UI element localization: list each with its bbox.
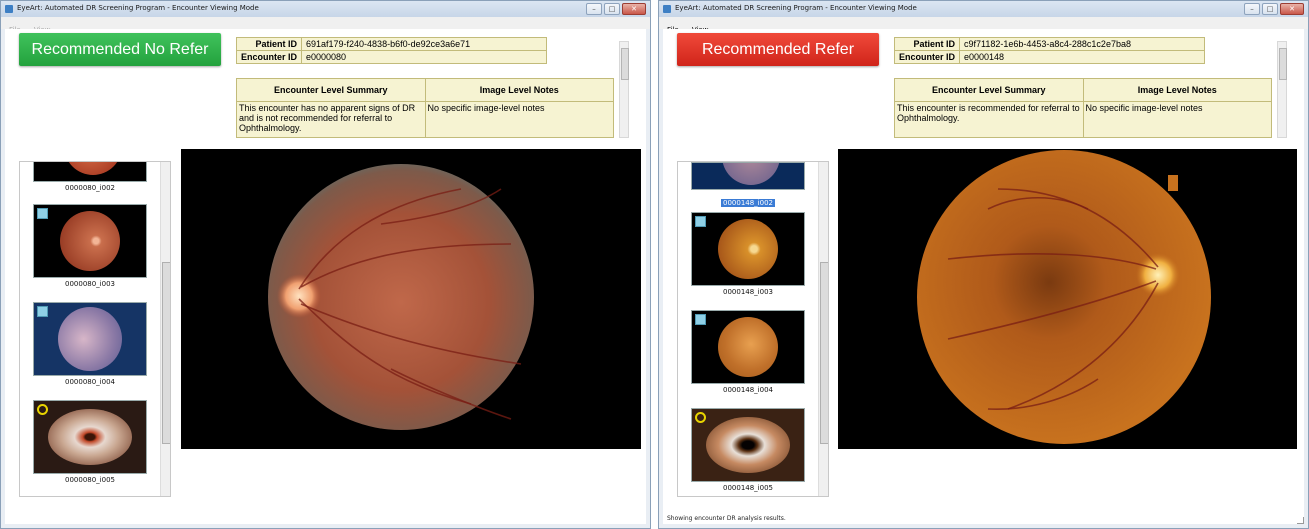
thumbnail-label: 0000148_i005 — [723, 484, 773, 492]
analysis-badge-icon — [695, 216, 706, 227]
fundus-image — [268, 164, 534, 430]
thumbnail-item[interactable]: 0000080_i004 — [32, 302, 148, 386]
menu-bar: File View — [1, 17, 650, 34]
external-eye-badge-icon — [695, 412, 706, 423]
title-bar[interactable]: EyeArt: Automated DR Screening Program -… — [1, 1, 650, 17]
thumbnail-label: 0000080_i002 — [65, 184, 115, 192]
thumbnail-label: 0000080_i004 — [65, 378, 115, 386]
thumbnail-scrollbar[interactable] — [818, 162, 828, 496]
maximize-button[interactable]: □ — [1262, 3, 1278, 15]
encounter-id-value: e0000148 — [959, 50, 1205, 64]
menu-bar: File View — [659, 17, 1308, 34]
summary-header: Encounter Level Summary — [894, 78, 1084, 102]
patient-id-value: c9f71182-1e6b-4453-a8c4-288c1c2e7ba8 — [959, 37, 1205, 51]
resize-grip[interactable] — [1297, 517, 1304, 524]
thumbnail-item[interactable]: 0000148_i004 — [690, 310, 806, 394]
patient-info-table: Patient ID 691af179-f240-4838-b6f0-de92c… — [236, 37, 547, 64]
window-refer: EyeArt: Automated DR Screening Program -… — [658, 0, 1309, 529]
notes-text: No specific image-level notes — [424, 101, 614, 138]
status-bar: Showing encounter DR analysis results. — [667, 515, 786, 522]
close-button[interactable]: ✕ — [1280, 3, 1304, 15]
fundus-thumbnail[interactable] — [33, 162, 147, 182]
thumbnail-label: 0000080_i003 — [65, 280, 115, 288]
patient-info-table: Patient ID c9f71182-1e6b-4453-a8c4-288c1… — [894, 37, 1205, 64]
info-scrollbar[interactable] — [619, 41, 629, 138]
thumbnail-list[interactable]: 0000080_i002 0000080_i003 0000080_i004 0… — [19, 161, 171, 497]
encounter-id-label: Encounter ID — [236, 50, 302, 64]
fundus-thumbnail[interactable] — [691, 310, 805, 384]
fundus-image-viewer[interactable] — [181, 149, 641, 449]
title-bar[interactable]: EyeArt: Automated DR Screening Program -… — [659, 1, 1308, 17]
window-title: EyeArt: Automated DR Screening Program -… — [675, 4, 917, 12]
thumbnail-label: 0000148_i003 — [723, 288, 773, 296]
window-no-refer: EyeArt: Automated DR Screening Program -… — [0, 0, 651, 529]
recommendation-banner: Recommended Refer — [677, 33, 879, 66]
client-area: Recommended No Refer Patient ID 691af179… — [5, 29, 646, 524]
analysis-badge-icon — [37, 208, 48, 219]
thumbnail-item-selected[interactable]: 0000148_i002 — [690, 162, 806, 209]
thumbnail-item[interactable]: 0000080_i002 — [32, 162, 148, 192]
recommendation-banner: Recommended No Refer — [19, 33, 221, 66]
fundus-thumbnail[interactable] — [691, 162, 805, 190]
thumbnail-label: 0000148_i002 — [721, 199, 775, 207]
notes-text: No specific image-level notes — [1082, 101, 1272, 138]
thumbnail-item[interactable]: 0000148_i005 — [690, 408, 806, 492]
fundus-thumbnail[interactable] — [691, 212, 805, 286]
patient-id-label: Patient ID — [236, 37, 302, 51]
analysis-badge-icon — [695, 314, 706, 325]
status-bar — [5, 513, 646, 524]
close-button[interactable]: ✕ — [622, 3, 646, 15]
info-scrollbar[interactable] — [1277, 41, 1287, 138]
summary-text: This encounter has no apparent signs of … — [236, 101, 426, 138]
summary-text: This encounter is recommended for referr… — [894, 101, 1084, 138]
window-title: EyeArt: Automated DR Screening Program -… — [17, 4, 259, 12]
encounter-id-value: e0000080 — [301, 50, 547, 64]
maximize-button[interactable]: □ — [604, 3, 620, 15]
external-eye-thumbnail[interactable] — [33, 400, 147, 474]
summary-header: Encounter Level Summary — [236, 78, 426, 102]
thumbnail-item[interactable]: 0000080_i003 — [32, 204, 148, 288]
client-area: Recommended Refer Patient ID c9f71182-1e… — [663, 29, 1304, 524]
thumbnail-item[interactable]: 0000080_i005 — [32, 400, 148, 484]
external-eye-thumbnail[interactable] — [691, 408, 805, 482]
fundus-thumbnail[interactable] — [33, 204, 147, 278]
fundus-image — [917, 150, 1211, 444]
external-eye-badge-icon — [37, 404, 48, 415]
notes-header: Image Level Notes — [1082, 78, 1272, 102]
minimize-button[interactable]: – — [586, 3, 602, 15]
encounter-notes-table: Encounter Level Summary Image Level Note… — [894, 78, 1272, 138]
notes-header: Image Level Notes — [424, 78, 614, 102]
thumbnail-label: 0000080_i005 — [65, 476, 115, 484]
thumbnail-list[interactable]: 0000148_i002 0000148_i003 0000148_i004 0… — [677, 161, 829, 497]
app-icon — [5, 5, 13, 13]
app-icon — [663, 5, 671, 13]
thumbnail-label: 0000148_i004 — [723, 386, 773, 394]
patient-id-value: 691af179-f240-4838-b6f0-de92ce3a6e71 — [301, 37, 547, 51]
fundus-image-viewer[interactable] — [838, 149, 1297, 449]
analysis-badge-icon — [37, 306, 48, 317]
encounter-notes-table: Encounter Level Summary Image Level Note… — [236, 78, 614, 138]
encounter-id-label: Encounter ID — [894, 50, 960, 64]
fundus-thumbnail[interactable] — [33, 302, 147, 376]
patient-id-label: Patient ID — [894, 37, 960, 51]
thumbnail-scrollbar[interactable] — [160, 162, 170, 496]
thumbnail-item[interactable]: 0000148_i003 — [690, 212, 806, 296]
minimize-button[interactable]: – — [1244, 3, 1260, 15]
